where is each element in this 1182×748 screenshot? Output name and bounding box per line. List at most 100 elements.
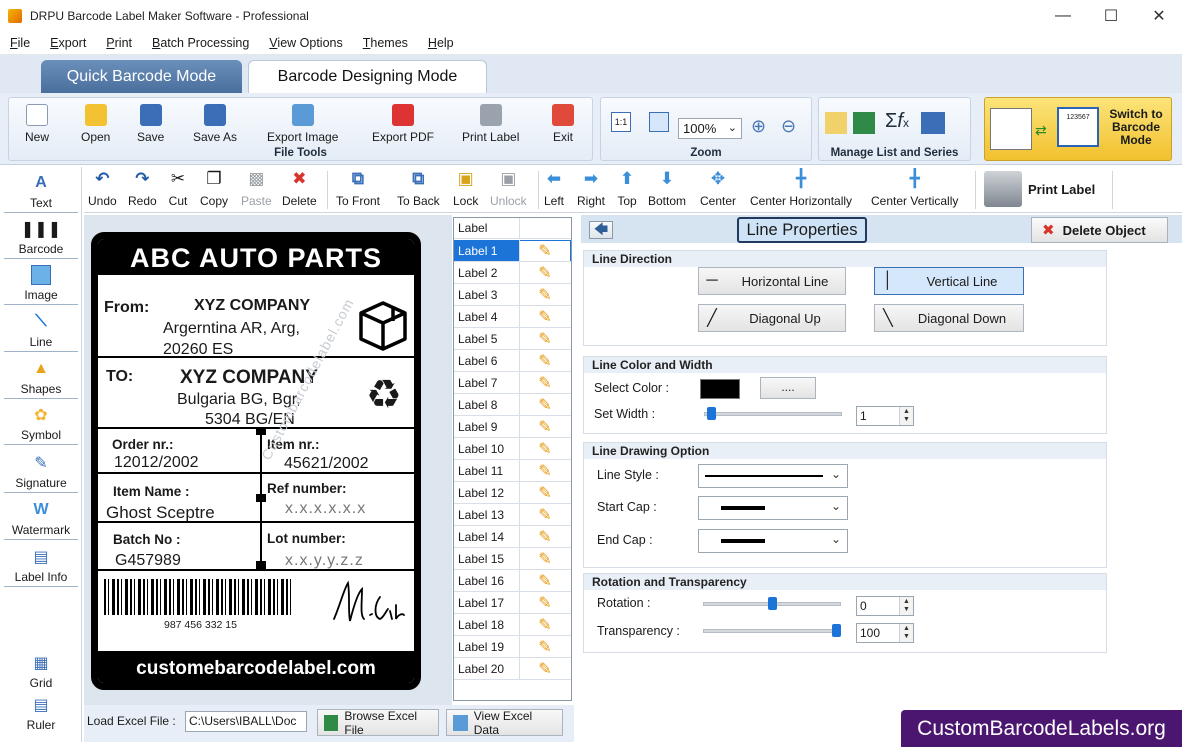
pencil-icon[interactable]: ✎ — [520, 483, 570, 503]
lock-button[interactable]: ▣ Lock — [453, 169, 478, 208]
label-info-tool[interactable]: ▤ Label Info — [4, 547, 78, 587]
browse-excel-button[interactable]: Browse Excel File — [317, 709, 439, 737]
label-list-item[interactable]: Label 15 ✎ — [454, 548, 571, 570]
print-label-ribbon-button[interactable]: Print Label — [462, 104, 519, 144]
rotation-slider-thumb[interactable] — [767, 597, 777, 610]
text-tool[interactable]: A Text — [4, 173, 78, 213]
barcode-tool[interactable]: ❚❚❚ Barcode — [4, 219, 78, 259]
watermark-tool[interactable]: W Watermark — [4, 500, 78, 540]
browse-color-button[interactable]: .... — [760, 377, 816, 399]
center-button[interactable]: ✥ Center — [700, 169, 736, 208]
center-vertically-button[interactable]: ╋ Center Vertically — [871, 169, 958, 208]
selection-handle[interactable] — [256, 561, 266, 569]
open-button[interactable]: Open — [81, 104, 110, 144]
label-list-item[interactable]: Label 2 ✎ — [454, 262, 571, 284]
pencil-icon[interactable]: ✎ — [520, 637, 570, 657]
cut-button[interactable]: ✂ Cut — [168, 169, 188, 208]
excel-icon[interactable] — [853, 112, 875, 134]
pencil-icon[interactable]: ✎ — [520, 373, 570, 393]
label-list-item[interactable]: Label 8 ✎ — [454, 394, 571, 416]
redo-button[interactable]: ↷ Redo — [128, 169, 157, 208]
actual-size-icon[interactable]: 1:1 — [611, 112, 631, 132]
menu-print[interactable]: Print — [96, 36, 142, 50]
selection-handle[interactable] — [256, 427, 266, 435]
pencil-icon[interactable]: ✎ — [520, 461, 570, 481]
label-list-item[interactable]: Label 6 ✎ — [454, 350, 571, 372]
pencil-icon[interactable]: ✎ — [520, 329, 570, 349]
label-list-item[interactable]: Label 19 ✎ — [454, 636, 571, 658]
label-list-item[interactable]: Label 3 ✎ — [454, 284, 571, 306]
align-top-button[interactable]: ⬆ Top — [617, 169, 637, 208]
start-cap-select[interactable]: ⌄ — [698, 496, 848, 520]
color-swatch[interactable] — [700, 379, 740, 399]
minimize-button[interactable]: — — [1040, 0, 1086, 31]
menu-themes[interactable]: Themes — [353, 36, 418, 50]
pencil-icon[interactable]: ✎ — [520, 549, 570, 569]
pencil-icon[interactable]: ✎ — [520, 571, 570, 591]
label-list-item[interactable]: Label 13 ✎ — [454, 504, 571, 526]
fit-to-window-icon[interactable] — [649, 112, 669, 132]
unlock-button[interactable]: ▣ Unlock — [490, 169, 527, 208]
signature-tool[interactable]: ✎ Signature — [4, 453, 78, 493]
pencil-icon[interactable]: ✎ — [520, 593, 570, 613]
label-list-item[interactable]: Label 12 ✎ — [454, 482, 571, 504]
transparency-slider[interactable] — [703, 629, 841, 633]
pencil-icon[interactable]: ✎ — [520, 240, 570, 261]
undo-button[interactable]: ↶ Undo — [88, 169, 117, 208]
to-front-button[interactable]: ⧉ To Front — [336, 169, 380, 208]
switch-to-barcode-mode-button[interactable]: ⇄ 123567 Switch to Barcode Mode — [984, 97, 1172, 161]
shapes-tool[interactable]: ▲ Shapes — [4, 359, 78, 399]
menu-file[interactable]: File — [0, 36, 40, 50]
tab-barcode-designing-mode[interactable]: Barcode Designing Mode — [248, 60, 487, 93]
pencil-icon[interactable]: ✎ — [520, 659, 570, 679]
label-list-item[interactable]: Label 18 ✎ — [454, 614, 571, 636]
pencil-icon[interactable]: ✎ — [520, 395, 570, 415]
menu-view-options[interactable]: View Options — [259, 36, 352, 50]
save-button[interactable]: Save — [137, 104, 164, 144]
maximize-button[interactable]: ☐ — [1088, 0, 1134, 31]
tab-quick-barcode-mode[interactable]: Quick Barcode Mode — [41, 60, 242, 93]
label-list-item[interactable]: Label 20 ✎ — [454, 658, 571, 680]
label-list-item[interactable]: Label 11 ✎ — [454, 460, 571, 482]
label-list-item[interactable]: Label 5 ✎ — [454, 328, 571, 350]
align-bottom-button[interactable]: ⬇ Bottom — [648, 169, 686, 208]
view-excel-data-button[interactable]: View Excel Data — [446, 709, 563, 737]
label-list-item[interactable]: Label 1 ✎ — [454, 240, 571, 262]
delete-object-button[interactable]: ✖ Delete Object — [1031, 217, 1168, 243]
vertical-line-button[interactable]: │ Vertical Line — [874, 267, 1024, 295]
close-button[interactable]: ✕ — [1136, 0, 1182, 31]
label-list-item[interactable]: Label 4 ✎ — [454, 306, 571, 328]
grid-tool[interactable]: ▦ Grid — [4, 653, 78, 692]
pencil-icon[interactable]: ✎ — [520, 505, 570, 525]
pencil-icon[interactable]: ✎ — [520, 417, 570, 437]
horizontal-line-button[interactable]: ─ Horizontal Line — [698, 267, 846, 295]
pencil-icon[interactable]: ✎ — [520, 351, 570, 371]
transparency-spinner[interactable]: 100 ▲ ▼ — [856, 623, 914, 643]
new-button[interactable]: New — [25, 104, 49, 144]
width-slider[interactable] — [704, 412, 842, 416]
image-tool[interactable]: Image — [4, 265, 78, 305]
selection-handle[interactable] — [256, 494, 266, 502]
spinner-arrows-icon[interactable]: ▲ ▼ — [899, 624, 913, 642]
diagonal-up-button[interactable]: ╱ Diagonal Up — [698, 304, 846, 332]
excel-path-input[interactable]: C:\Users\IBALL\Doc — [185, 711, 307, 732]
end-cap-select[interactable]: ⌄ — [698, 529, 848, 553]
label-list-item[interactable]: Label 16 ✎ — [454, 570, 571, 592]
ruler-tool[interactable]: ▤ Ruler — [4, 695, 78, 734]
label-list-item[interactable]: Label 9 ✎ — [454, 416, 571, 438]
spinner-arrows-icon[interactable]: ▲ ▼ — [899, 597, 913, 615]
exit-button[interactable]: Exit — [552, 104, 574, 144]
label-list-item[interactable]: Label 17 ✎ — [454, 592, 571, 614]
align-left-button[interactable]: ⬅ Left — [544, 169, 564, 208]
line-tool[interactable]: ⟍ Line — [4, 312, 78, 352]
export-image-button[interactable]: Export Image — [267, 104, 338, 144]
transparency-slider-thumb[interactable] — [832, 624, 841, 637]
label-list-item[interactable]: Label 7 ✎ — [454, 372, 571, 394]
menu-help[interactable]: Help — [418, 36, 464, 50]
line-style-select[interactable]: ⌄ — [698, 464, 848, 488]
edit-list-icon[interactable] — [825, 112, 847, 134]
back-arrow-icon[interactable]: 🡄 — [589, 221, 613, 239]
zoom-select[interactable]: 100% ⌄ — [678, 118, 742, 139]
print-label-button[interactable]: Print Label — [984, 171, 1095, 207]
pencil-icon[interactable]: ✎ — [520, 285, 570, 305]
